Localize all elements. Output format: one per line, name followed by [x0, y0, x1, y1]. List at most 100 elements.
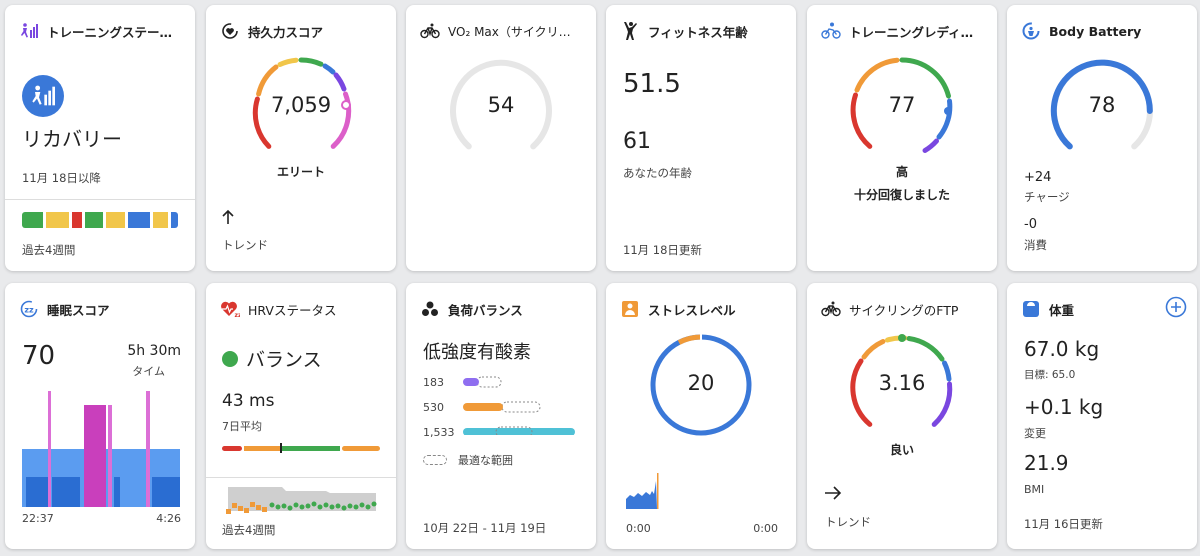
endurance-gauge: 7,059	[206, 53, 396, 163]
card-title: 睡眠スコア	[47, 302, 110, 318]
card-header: 負荷バランス	[420, 298, 586, 320]
recovery-badge-icon	[22, 75, 64, 117]
card-header: VO₂ Max（サイクリ…	[420, 20, 586, 42]
cycling-ftp-card[interactable]: サイクリングのFTP 3.16 良い トレンド	[807, 283, 997, 549]
sleep-duration: 5h 30m	[127, 343, 181, 359]
load-row-value: 530	[423, 401, 444, 414]
history-segment	[170, 212, 178, 228]
fitness-age-value: 51.5	[623, 69, 681, 99]
trend-right-arrow-icon	[823, 485, 843, 505]
weight-updated: 11月 16日更新	[1024, 517, 1103, 531]
sleep-score-value: 70	[22, 341, 56, 371]
sleep-score-card[interactable]: zz 睡眠スコア 70 5h 30m タイム 22:37 4:26	[5, 283, 195, 549]
status-history-bar	[22, 212, 178, 228]
card-title: トレーニングレディ…	[849, 24, 974, 40]
ftp-gauge: 3.16	[807, 331, 997, 441]
card-header: サイクリングのFTP	[821, 298, 987, 320]
add-weight-button[interactable]	[1165, 296, 1187, 318]
hrv-value: 43 ms	[222, 391, 275, 411]
fitness-person-icon	[620, 21, 640, 41]
card-title: 持久力スコア	[248, 24, 324, 40]
vo2max-value: 54	[487, 93, 515, 117]
history-segment	[153, 212, 168, 228]
sleep-duration-label: タイム	[132, 365, 165, 378]
body-battery-card[interactable]: Body Battery 78 +24 チャージ -0 消費	[1007, 5, 1197, 271]
charge-label: チャージ	[1024, 190, 1070, 204]
card-title: 負荷バランス	[448, 302, 523, 318]
status-dot-icon	[222, 350, 238, 367]
card-title: Body Battery	[1049, 23, 1142, 39]
training-status-value: リカバリー	[22, 127, 122, 151]
fitness-age-updated: 11月 18日更新	[623, 243, 702, 257]
hrv-status-value: バランス	[246, 349, 322, 371]
endurance-heart-icon	[220, 21, 240, 41]
charge-value: +24	[1024, 170, 1052, 185]
body-battery-value: 78	[1088, 93, 1116, 117]
endurance-level: エリート	[276, 165, 325, 179]
stress-level-card[interactable]: ストレスレベル 20 0:00 0:00	[606, 283, 796, 549]
svg-text:zz: zz	[235, 312, 241, 318]
card-header: トレーニングステー…	[19, 20, 185, 42]
card-header: zz 睡眠スコア	[19, 298, 185, 320]
card-title: HRVステータス	[248, 302, 337, 318]
load-focus: 低強度有酸素	[423, 342, 531, 363]
stress-value: 20	[687, 371, 715, 395]
card-header: Body Battery	[1021, 20, 1187, 42]
training-status-icon	[19, 21, 39, 41]
body-battery-icon	[1021, 21, 1041, 41]
stress-start-time: 0:00	[626, 522, 651, 535]
endurance-value: 7,059	[270, 93, 332, 117]
rem-sleep-bars	[84, 405, 106, 507]
load-row-value: 183	[423, 376, 444, 389]
card-header: zz HRVステータス	[220, 298, 386, 320]
trend-up-arrow-icon	[220, 208, 236, 230]
drain-value: -0	[1024, 217, 1037, 232]
sleep-zz-icon: zz	[19, 299, 39, 319]
scale-icon	[1021, 299, 1041, 319]
card-title: ストレスレベル	[648, 302, 736, 318]
ftp-value: 3.16	[878, 371, 926, 395]
weight-change: +0.1 kg	[1024, 395, 1104, 419]
vo2max-card[interactable]: VO₂ Max（サイクリ… 54	[406, 5, 596, 271]
hrv-value-label: 7日平均	[222, 420, 262, 433]
hrv-footer: 過去4週間	[222, 523, 276, 537]
load-balance-bars	[463, 376, 575, 435]
weight-change-label: 変更	[1024, 427, 1046, 440]
actual-age-value: 61	[623, 129, 651, 154]
cycling-icon	[420, 21, 440, 41]
load-balance-icon	[420, 299, 440, 319]
card-title: VO₂ Max（サイクリ…	[448, 24, 571, 39]
stress-mini-chart	[626, 473, 659, 509]
weight-value: 67.0 kg	[1024, 337, 1100, 361]
card-header: 体重	[1021, 298, 1187, 320]
readiness-cyclist-icon	[821, 21, 841, 41]
endurance-score-card[interactable]: 持久力スコア 7,059 エリート トレンド	[206, 5, 396, 271]
body-battery-gauge: 78	[1007, 53, 1197, 163]
trend-label: トレンド	[222, 238, 268, 252]
sleep-start-time: 22:37	[22, 512, 54, 525]
sleep-stage-chart	[22, 391, 180, 507]
divider	[5, 199, 195, 200]
card-title: サイクリングのFTP	[849, 302, 959, 318]
weight-goal: 目標: 65.0	[1024, 369, 1076, 381]
stress-gauge: 20	[606, 333, 796, 437]
history-segment	[22, 212, 43, 228]
ftp-level: 良い	[889, 443, 914, 457]
hrv-status-card[interactable]: zz HRVステータス バランス 43 ms 7日平均 過去4週間	[206, 283, 396, 549]
card-header: 持久力スコア	[220, 20, 386, 42]
training-status-card[interactable]: トレーニングステー… リカバリー 11月 18日以降 過去4週間	[5, 5, 195, 271]
readiness-message: 十分回復しました	[853, 188, 950, 202]
readiness-level: 高	[895, 165, 908, 179]
load-row-value: 1,533	[423, 426, 455, 439]
bmi-value: 21.9	[1024, 451, 1069, 475]
fitness-age-card[interactable]: フィットネス年齢 51.5 61 あなたの年齢 11月 18日更新	[606, 5, 796, 271]
load-balance-card[interactable]: 負荷バランス 低強度有酸素 183 530 1,533 最適な範囲 10月 22…	[406, 283, 596, 549]
history-segment	[127, 212, 151, 228]
stress-person-icon	[620, 299, 640, 319]
training-readiness-card[interactable]: トレーニングレディ… 77 高 十分回復しました	[807, 5, 997, 271]
weight-card[interactable]: 体重 67.0 kg 目標: 65.0 +0.1 kg 変更 21.9 BMI …	[1007, 283, 1197, 549]
hrv-range-bar	[222, 443, 380, 453]
trend-label: トレンド	[825, 515, 871, 529]
hrv-status-row: バランス	[222, 345, 322, 372]
stress-end-time: 0:00	[753, 522, 778, 535]
